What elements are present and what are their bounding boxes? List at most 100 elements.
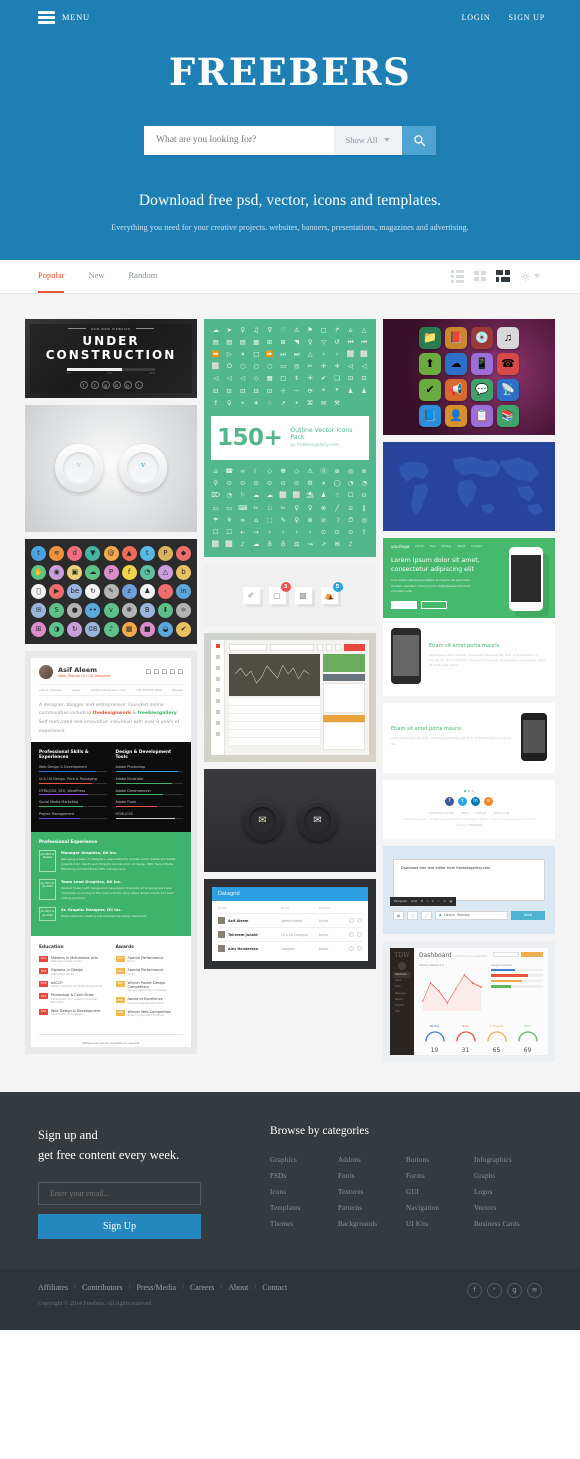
social-icon[interactable]: △ bbox=[157, 564, 173, 580]
social-icon[interactable]: 08 bbox=[85, 621, 101, 637]
editor-toolbar[interactable]: Paragraph Arial B I U A ≡ ▦ bbox=[390, 896, 457, 906]
table-row[interactable]: Tehreem Junaid UI & UX Designer Active bbox=[218, 927, 362, 941]
masonry-view-icon[interactable] bbox=[496, 270, 510, 282]
category-link[interactable]: PSDs bbox=[270, 1172, 338, 1180]
newsletter-email-input[interactable] bbox=[38, 1181, 201, 1205]
social-icon[interactable]: v bbox=[103, 602, 119, 618]
category-link[interactable]: Templates bbox=[270, 1204, 338, 1212]
social-icon[interactable]: B bbox=[139, 602, 155, 618]
social-icon[interactable]: S bbox=[49, 602, 65, 618]
social-icon[interactable]: ♟ bbox=[139, 583, 155, 599]
trash-icon[interactable] bbox=[356, 946, 362, 952]
trash-icon[interactable] bbox=[356, 918, 362, 924]
social-icon[interactable]: P bbox=[157, 545, 173, 561]
social-icon[interactable]: ▣ bbox=[67, 564, 83, 580]
list-view-icon[interactable] bbox=[451, 269, 464, 283]
rss-icon[interactable]: ≋ bbox=[527, 1282, 542, 1298]
footer-link[interactable]: Contributors bbox=[82, 1283, 122, 1292]
gallery-item-resume-template[interactable]: Asif Aleem Web, Mobile UI / UX Designer … bbox=[25, 650, 197, 1055]
tab-new[interactable]: New bbox=[88, 260, 104, 293]
dashboard-search-input[interactable] bbox=[229, 644, 267, 652]
social-icon[interactable]: ◉ bbox=[49, 564, 65, 580]
category-link[interactable]: Themes bbox=[270, 1220, 338, 1228]
category-link[interactable]: Navigation bbox=[406, 1204, 474, 1212]
tab-random[interactable]: Random bbox=[129, 260, 158, 293]
category-link[interactable]: Logos bbox=[474, 1188, 542, 1196]
image-icon[interactable]: ▣ bbox=[393, 910, 404, 920]
search-input[interactable] bbox=[144, 125, 334, 155]
social-icon[interactable]: f bbox=[445, 796, 454, 806]
category-link[interactable]: Graphs bbox=[474, 1172, 542, 1180]
analytics-search-input[interactable] bbox=[493, 951, 519, 957]
table-row[interactable]: Alex Henderson Designer Active bbox=[218, 941, 362, 955]
gallery-item-banking-dashboard[interactable] bbox=[204, 633, 376, 763]
social-icon[interactable]: ✎ bbox=[103, 583, 119, 599]
social-icon[interactable]: ✋ bbox=[31, 564, 46, 580]
analytics-menu-item[interactable]: Help bbox=[393, 1009, 411, 1015]
trash-icon[interactable] bbox=[356, 932, 362, 938]
free-trial-button[interactable] bbox=[391, 600, 417, 609]
category-link[interactable]: Addons bbox=[338, 1156, 406, 1164]
app-icon[interactable]: 📘 bbox=[419, 404, 441, 427]
footer-link[interactable]: About bbox=[228, 1283, 248, 1292]
social-icon[interactable]: z bbox=[121, 583, 137, 599]
app-icon[interactable]: ⬆ bbox=[419, 352, 441, 375]
pen-tool-icon[interactable]: ✐ bbox=[242, 586, 260, 604]
social-icon[interactable]: ↻ bbox=[85, 583, 101, 599]
googleplus-icon[interactable]: g bbox=[507, 1282, 522, 1298]
gallery-item-twitter-buttons[interactable]: ᵛ ᵛ bbox=[25, 404, 197, 532]
footer-link[interactable]: Careers bbox=[190, 1283, 214, 1292]
gallery-item-datagrid[interactable]: Datagrid NAME ROLE STATUS Asif Aleem Admi… bbox=[204, 879, 376, 970]
gear-icon[interactable] bbox=[348, 932, 354, 938]
app-icon[interactable]: 📡 bbox=[497, 378, 519, 401]
gallery-item-green-landing-b[interactable]: Etiam sit amet porta mauris Lorem ipsum … bbox=[383, 702, 555, 773]
app-icon[interactable]: 👤 bbox=[445, 404, 467, 427]
social-icon[interactable]: ✔ bbox=[176, 621, 191, 637]
app-icon[interactable]: 💿 bbox=[471, 326, 493, 349]
social-icon[interactable]: ■ bbox=[139, 621, 155, 637]
social-icon[interactable]: ⬇ bbox=[157, 602, 173, 618]
dashboard-account-select[interactable] bbox=[270, 644, 314, 652]
category-link[interactable]: Patterns bbox=[338, 1204, 406, 1212]
gallery-item-icon-pack[interactable]: ☁ ➤ ♀ ♫ ∇ ♡ ⚠ ⚑ ▢ ↱ ⌂ △ ▤ ▤ ▤ ▦ ⊞ ⊞ ◥ ♀ ▽ ↺ ⏮ ⏮ ⏪ ▷ ⏸ □ ⏩ ⏭ ⏭ △ ‹ › ⬜ ⬜ ⬜ ⭘ ○ ○… bbox=[204, 318, 376, 558]
social-icon[interactable]: ▦ bbox=[121, 621, 137, 637]
dashboard-logout-button[interactable] bbox=[344, 644, 365, 652]
social-icon[interactable]: ◆ bbox=[176, 545, 191, 561]
image-icon[interactable]: ▩ bbox=[294, 586, 312, 604]
gallery-item-social-footer-widget[interactable]: f t in ≋ DOWNLOAD THE APP PRESS SUPPORT CONTAC… bbox=[383, 779, 555, 839]
new-project-button[interactable] bbox=[521, 951, 543, 957]
gallery-item-analytics-dashboard[interactable]: TDW Dashboard Users Stats Messages Reports Pr… bbox=[383, 940, 555, 1062]
social-icon[interactable]: ≋ bbox=[484, 796, 493, 806]
app-icon[interactable]: 📋 bbox=[471, 404, 493, 427]
app-icon[interactable]: 📢 bbox=[445, 378, 467, 401]
search-category-select[interactable]: Show All bbox=[334, 125, 402, 155]
menu-button[interactable]: MENU bbox=[38, 11, 90, 24]
social-icon[interactable]: •• bbox=[85, 602, 101, 618]
social-icon[interactable]: ▶ bbox=[49, 583, 65, 599]
gallery-item-text-editor[interactable]: Download free text editor from freebiesg… bbox=[383, 845, 555, 934]
social-icon[interactable]: ☁ bbox=[85, 564, 101, 580]
footer-link[interactable]: Contact bbox=[262, 1283, 287, 1292]
settings-button[interactable] bbox=[520, 271, 540, 282]
carousel-dots[interactable] bbox=[391, 789, 547, 792]
learn-more-button[interactable] bbox=[421, 600, 447, 609]
gear-icon[interactable] bbox=[348, 946, 354, 952]
social-icon[interactable]: ♪ bbox=[103, 621, 119, 637]
category-link[interactable]: Infographics bbox=[474, 1156, 542, 1164]
login-link[interactable]: LOGIN bbox=[462, 13, 491, 22]
location-input[interactable]: ● Lahore, Pakistan bbox=[435, 910, 508, 920]
gear-icon[interactable] bbox=[348, 918, 354, 924]
gallery-item-ios-icons[interactable]: 📁 📕 💿 ♫ ⬆ ☁ 📱 ☎ ✔ 📢 💬 📡 📘 👤 📋 📚 bbox=[383, 318, 555, 435]
search-button[interactable] bbox=[402, 125, 436, 155]
social-icon[interactable]: ◔ bbox=[139, 564, 155, 580]
app-icon[interactable]: 📱 bbox=[471, 352, 493, 375]
category-link[interactable]: Buttons bbox=[406, 1156, 474, 1164]
social-icon[interactable]: ▼ bbox=[85, 545, 101, 561]
gallery-item-world-map[interactable] bbox=[383, 441, 555, 531]
gallery-item-social-icon-set[interactable]: t≋d▼@▲tP◆✋◉▣☁Pf◔△b▶be↻✎z♟‹in✉S●••v❃B⬇⚛⊞… bbox=[25, 538, 197, 644]
newsletter-signup-button[interactable]: Sign Up bbox=[38, 1213, 201, 1239]
app-icon[interactable]: 📚 bbox=[497, 404, 519, 427]
social-icon[interactable]: P bbox=[103, 564, 119, 580]
social-icon[interactable]: in bbox=[176, 583, 191, 599]
app-icon[interactable]: ☎ bbox=[497, 352, 519, 375]
